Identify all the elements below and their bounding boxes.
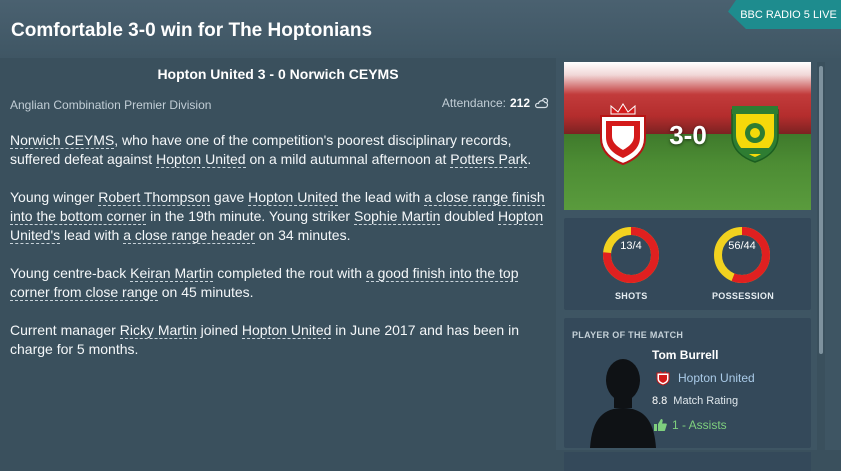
paragraph-3: Young centre-back Keiran Martin complete… (10, 264, 550, 302)
player-link[interactable]: Keiran Martin (130, 265, 214, 282)
thumbs-up-icon (654, 419, 667, 431)
article-body: Norwich CEYMS, who have one of the compe… (10, 131, 550, 378)
text: joined (196, 322, 242, 338)
hopton-crest-small-icon (656, 371, 670, 386)
paragraph-2: Young winger Robert Thompson gave Hopton… (10, 188, 550, 245)
match-stats-panel: 13/4 SHOTS 56/44 POSSESSION (564, 218, 811, 310)
possession-label: POSSESSION (712, 291, 775, 301)
player-silhouette-icon (590, 359, 656, 448)
player-link[interactable]: Robert Thompson (98, 189, 211, 206)
attendance-value: 212 (509, 96, 530, 110)
header-bar: Comfortable 3-0 win for The Hoptonians B… (0, 0, 841, 58)
match-title: Hopton United 3 - 0 Norwich CEYMS (157, 66, 399, 82)
player-name[interactable]: Tom Burrell (652, 348, 718, 362)
text: lead with (60, 227, 124, 243)
text: completed the rout with (213, 265, 366, 281)
player-club[interactable]: Hopton United (656, 370, 755, 386)
stadium-link[interactable]: Potters Park (450, 151, 528, 168)
assists-row: 1 - Assists (654, 418, 727, 432)
scrollbar-thumb[interactable] (819, 66, 823, 354)
goal-link[interactable]: a close range header (123, 227, 255, 244)
text: Young winger (10, 189, 99, 205)
text: Young centre-back (10, 265, 131, 281)
text: gave (210, 189, 249, 205)
shots-value: 13/4 (620, 240, 642, 252)
cloud-sun-icon (534, 97, 550, 109)
text: in the 19th minute. Young striker (146, 208, 354, 224)
source-badge: BBC RADIO 5 LIVE (728, 0, 841, 29)
text: the lead with (337, 189, 425, 205)
club-name[interactable]: Hopton United (678, 371, 755, 385)
paragraph-1: Norwich CEYMS, who have one of the compe… (10, 131, 550, 169)
manager-link[interactable]: Ricky Martin (119, 322, 197, 339)
text: doubled (440, 208, 498, 224)
footer-panel-edge (564, 452, 811, 471)
team-link[interactable]: Hopton United (241, 322, 332, 339)
score: 3-0 (669, 120, 707, 150)
possession-value: 56/44 (728, 240, 756, 252)
team-link[interactable]: Norwich CEYMS (10, 132, 115, 149)
player-link[interactable]: Sophie Martin (354, 208, 441, 225)
hopton-crest-icon[interactable] (598, 102, 648, 166)
rating-value: 8.8 (652, 395, 668, 407)
text: . (527, 151, 532, 167)
text: Current manager (10, 322, 120, 338)
news-headline: Comfortable 3-0 win for The Hoptonians (11, 20, 373, 41)
attendance-label: Attendance: (441, 96, 506, 110)
competition-name[interactable]: Anglian Combination Premier Division (10, 98, 211, 112)
text: on 34 minutes. (254, 227, 351, 243)
attendance: Attendance: 212 (442, 96, 550, 110)
team-link[interactable]: Hopton United (248, 189, 338, 206)
assists-value: 1 - Assists (672, 418, 727, 432)
potm-heading: PLAYER OF THE MATCH (572, 330, 684, 340)
player-of-match-panel: PLAYER OF THE MATCH Tom Burrell Hopton U… (564, 318, 811, 448)
norwich-ceyms-crest-icon[interactable] (730, 106, 780, 164)
possession-ring (714, 227, 770, 283)
shots-ring (603, 227, 659, 283)
shots-label: SHOTS (615, 291, 648, 301)
text: on a mild autumnal afternoon at (245, 151, 451, 167)
rating-label: Match Rating (673, 395, 739, 407)
text: on 45 minutes. (157, 284, 254, 300)
match-rating: 8.8 Match Rating (652, 395, 738, 407)
team-link[interactable]: Hopton United (156, 151, 246, 168)
paragraph-4: Current manager Ricky Martin joined Hopt… (10, 321, 550, 359)
article-panel: Hopton United 3 - 0 Norwich CEYMS Anglia… (0, 58, 556, 450)
score-panel: 3-0 (564, 62, 811, 210)
